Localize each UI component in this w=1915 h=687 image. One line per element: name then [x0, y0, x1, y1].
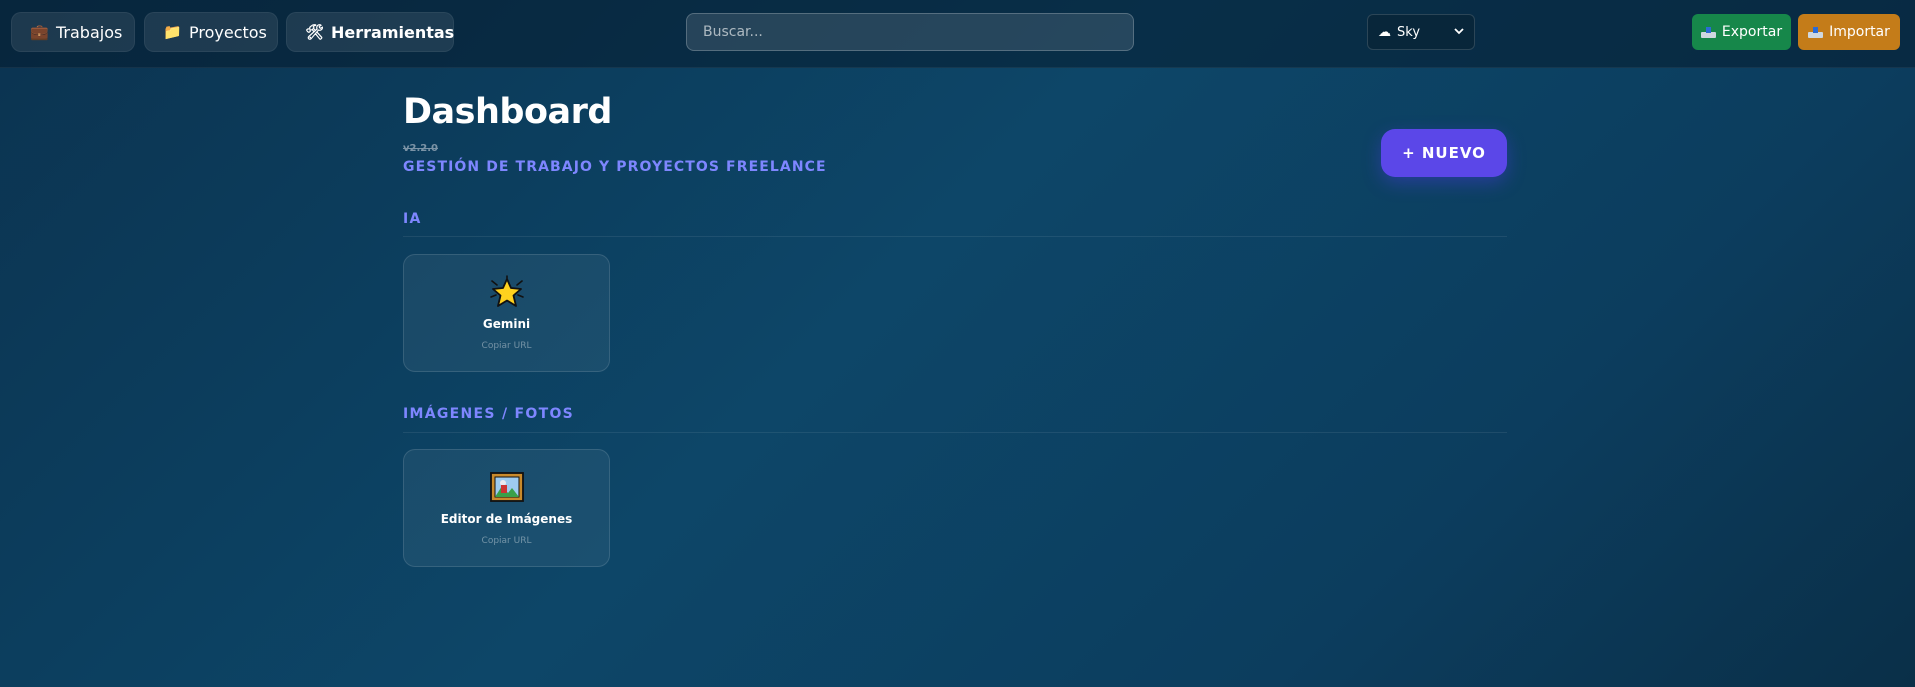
nav-tab-proyectos[interactable]: 📁 Proyectos	[144, 12, 278, 52]
import-label: Importar	[1829, 24, 1890, 40]
chevron-down-icon	[1454, 27, 1464, 38]
nav-tab-herramientas[interactable]: 🛠 Herramientas	[286, 12, 454, 52]
framed-picture-icon	[404, 470, 609, 504]
section-title-imagenes: IMÁGENES / FOTOS	[403, 406, 575, 422]
nav-tab-label: Proyectos	[189, 22, 267, 42]
section-divider	[403, 432, 1507, 433]
search-input[interactable]	[686, 13, 1134, 51]
folder-icon: 📁	[163, 23, 182, 41]
star-icon	[404, 275, 609, 309]
new-button[interactable]: + NUEVO	[1381, 129, 1507, 177]
export-button[interactable]: Exportar	[1692, 14, 1791, 50]
section-divider	[403, 236, 1507, 237]
briefcase-icon: 💼	[30, 23, 49, 41]
copy-url-link[interactable]: Copiar URL	[404, 536, 609, 546]
tool-card-name: Editor de Imágenes	[440, 512, 573, 526]
version-label: v2.2.0	[403, 143, 438, 154]
nav-tab-label: Herramientas	[331, 22, 455, 42]
tools-icon: 🛠	[305, 23, 325, 41]
tool-card-name: Gemini	[482, 317, 531, 331]
import-button[interactable]: Importar	[1798, 14, 1900, 50]
section-title-ia: IA	[403, 211, 422, 227]
tool-card-gemini[interactable]: Gemini Copiar URL	[403, 254, 610, 372]
copy-url-link[interactable]: Copiar URL	[404, 341, 609, 351]
export-label: Exportar	[1721, 24, 1783, 40]
page-title: Dashboard	[403, 92, 612, 132]
tool-card-editor-imagenes[interactable]: Editor de Imágenes Copiar URL	[403, 449, 610, 567]
top-bar: 💼 Trabajos 📁 Proyectos 🛠 Herramientas ☁ …	[0, 0, 1915, 68]
inbox-tray-icon	[1808, 26, 1824, 38]
page-subtitle: GESTIÓN DE TRABAJO Y PROYECTOS FREELANCE	[403, 159, 827, 175]
nav-tab-label: Trabajos	[56, 22, 123, 42]
theme-select[interactable]: ☁ Sky	[1367, 14, 1475, 50]
nav-tab-trabajos[interactable]: 💼 Trabajos	[11, 12, 135, 52]
outbox-tray-icon	[1700, 26, 1716, 38]
theme-select-value: Sky	[1397, 24, 1421, 40]
cloud-icon: ☁	[1378, 24, 1391, 40]
